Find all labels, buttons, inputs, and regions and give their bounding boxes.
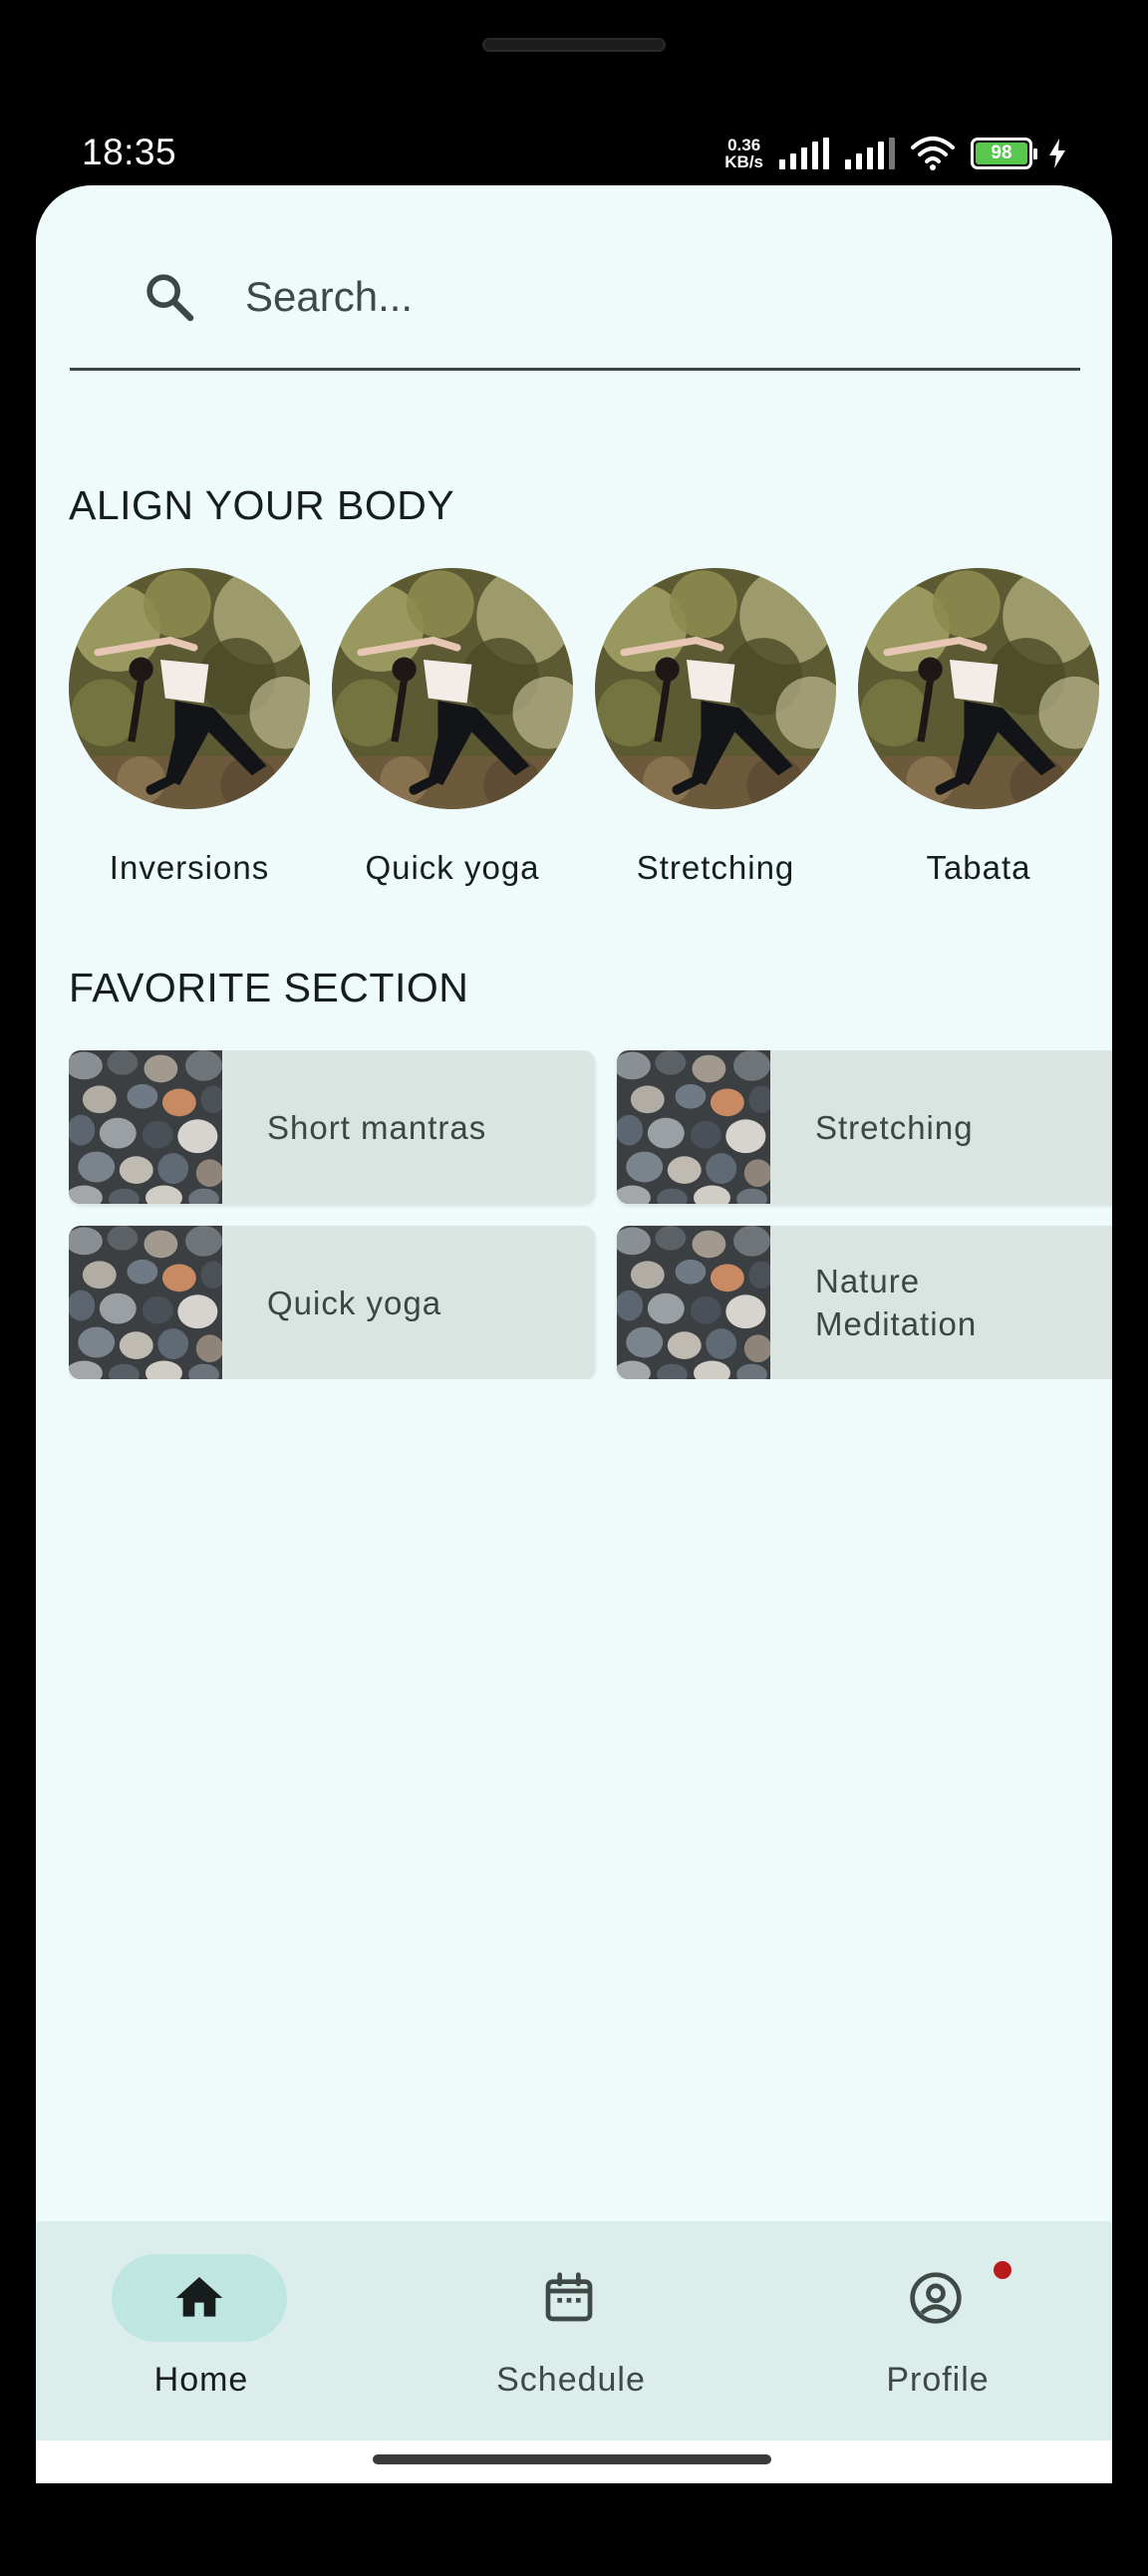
favorite-card-label: Short mantras <box>267 1108 487 1146</box>
favorite-grid: Short mantras Stretching Quick yoga Natu… <box>69 1050 1112 1379</box>
align-item-tabata[interactable]: Tabata <box>858 568 1099 887</box>
align-item-inversions[interactable]: Inversions <box>69 568 310 887</box>
favorite-card-label: Quick yoga <box>267 1284 442 1321</box>
nav-label-home: Home <box>153 2361 249 2399</box>
battery-icon: 98 <box>971 138 1037 169</box>
yoga-image <box>69 568 310 809</box>
yoga-image <box>595 568 836 809</box>
yoga-image <box>858 568 1099 809</box>
nav-item-schedule[interactable]: Schedule <box>441 2221 701 2440</box>
yoga-image <box>332 568 573 809</box>
pebbles-image <box>69 1226 222 1379</box>
account-circle-icon <box>910 2272 962 2324</box>
align-item-quick-yoga[interactable]: Quick yoga <box>332 568 573 887</box>
favorite-card-label: Nature Meditation <box>815 1263 978 1342</box>
nav-item-home[interactable]: Home <box>112 2221 371 2440</box>
network-speed: 0.36 KB/s <box>724 137 763 170</box>
gesture-area <box>36 2440 1112 2483</box>
align-item-label: Inversions <box>109 849 270 886</box>
favorite-card-nature-meditation[interactable]: Nature Meditation <box>617 1226 1112 1379</box>
search-bar[interactable] <box>70 185 1080 371</box>
battery-level: 98 <box>976 143 1027 164</box>
search-icon <box>146 274 194 322</box>
status-bar: 18:35 0.36 KB/s 98 <box>0 120 1148 189</box>
pebbles-image <box>69 1050 222 1204</box>
speaker-grille <box>482 38 666 52</box>
align-item-label: Stretching <box>636 849 795 886</box>
pebbles-image <box>617 1050 770 1204</box>
align-section-title: ALIGN YOUR BODY <box>69 482 455 528</box>
bottom-navigation: Home Schedule Profile <box>36 2221 1112 2440</box>
signal-1-icon <box>779 138 829 169</box>
home-icon <box>175 2277 223 2317</box>
phone-frame: 18:35 0.36 KB/s 98 Search... ALIGN YOUR … <box>0 0 1148 2576</box>
favorite-card-short-mantras[interactable]: Short mantras <box>69 1050 595 1204</box>
align-item-label: Tabata <box>926 849 1031 886</box>
favorite-card-stretching[interactable]: Stretching <box>617 1050 1112 1204</box>
gesture-handle[interactable] <box>373 2454 771 2464</box>
nav-item-profile[interactable]: Profile <box>808 2221 1067 2440</box>
wifi-icon <box>911 137 955 170</box>
notification-badge <box>994 2261 1011 2279</box>
status-time: 18:35 <box>82 132 177 172</box>
favorite-card-quick-yoga[interactable]: Quick yoga <box>69 1226 595 1379</box>
app-screen: ALIGN YOUR BODY Inversions Quick yoga St… <box>36 185 1112 2483</box>
pebbles-image <box>617 1226 770 1379</box>
align-body-row: Inversions Quick yoga Stretching Tabata <box>69 568 1112 897</box>
align-item-stretching[interactable]: Stretching <box>595 568 836 887</box>
signal-2-icon <box>845 138 895 169</box>
status-icons: 0.36 KB/s 98 <box>724 134 1066 173</box>
nav-label-profile: Profile <box>886 2361 990 2399</box>
network-speed-value: 0.36 <box>727 136 761 154</box>
favorite-section-title: FAVORITE SECTION <box>69 965 469 1010</box>
favorite-card-label: Stretching <box>815 1108 974 1146</box>
nav-label-schedule: Schedule <box>496 2361 646 2399</box>
network-speed-unit: KB/s <box>724 152 763 171</box>
search-input[interactable] <box>245 265 1062 329</box>
charging-icon <box>1049 139 1065 168</box>
calendar-icon <box>545 2272 593 2322</box>
align-item-label: Quick yoga <box>365 849 540 886</box>
